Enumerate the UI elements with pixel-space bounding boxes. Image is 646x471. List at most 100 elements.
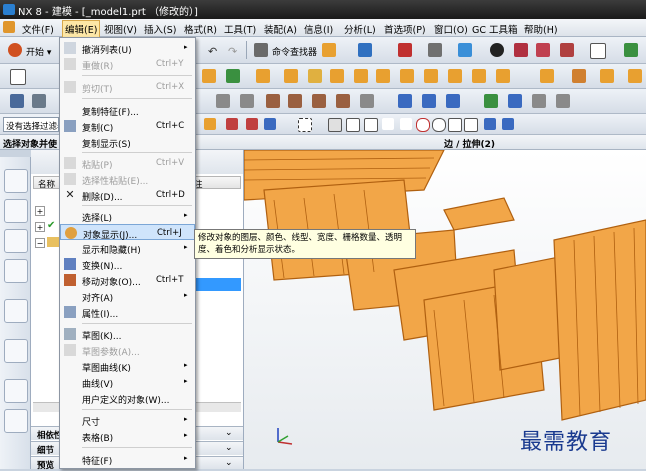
- menu-item-paste-special[interactable]: 选择性粘贴(E)...: [60, 171, 195, 187]
- command-finder-button[interactable]: 命令查找器: [272, 45, 317, 58]
- menu-item-sketch[interactable]: 草图(K)...: [60, 326, 195, 342]
- web-browser-icon[interactable]: [4, 299, 28, 323]
- menu-item-align[interactable]: 对齐(A) ▸: [60, 288, 195, 304]
- menu-item-redo[interactable]: 重做(R) Ctrl+Y: [60, 56, 195, 72]
- start-button[interactable]: 开始 ▾: [26, 45, 51, 58]
- chevron-down-icon[interactable]: ⌄: [225, 458, 233, 468]
- toolbar-icon[interactable]: [298, 118, 312, 132]
- selected-row[interactable]: [191, 278, 241, 291]
- toolbar-icon[interactable]: [330, 69, 344, 83]
- menu-info[interactable]: 信息(I): [304, 22, 333, 36]
- toolbar-icon[interactable]: [264, 118, 276, 130]
- toolbar-icon[interactable]: [540, 69, 554, 83]
- toolbar-icon[interactable]: [10, 94, 24, 108]
- reuse-library-icon[interactable]: [4, 259, 28, 283]
- toolbar-icon[interactable]: [472, 69, 486, 83]
- snap-control-icon[interactable]: [382, 118, 394, 130]
- toolbar-icon[interactable]: [312, 94, 326, 108]
- shading-icon[interactable]: [490, 43, 504, 57]
- menu-item-show-hide[interactable]: 显示和隐藏(H) ▸: [60, 240, 195, 256]
- toolbar-icon[interactable]: [514, 43, 528, 57]
- menu-item-undo-list[interactable]: 撤消列表(U) ▸: [60, 40, 195, 56]
- toolbar-icon[interactable]: [560, 43, 574, 57]
- toolbar-icon[interactable]: [398, 94, 412, 108]
- toolbar-icon[interactable]: [428, 43, 442, 57]
- toolbar-icon[interactable]: [202, 69, 216, 83]
- undo-icon[interactable]: ↶: [208, 45, 217, 58]
- toolbar-icon[interactable]: [240, 94, 254, 108]
- toolbar-icon[interactable]: [532, 94, 546, 108]
- snap-endpoint-icon[interactable]: [346, 118, 360, 132]
- toolbar-icon[interactable]: [284, 69, 298, 83]
- menu-item-curve[interactable]: 曲线(V) ▸: [60, 374, 195, 390]
- snap-curve-icon[interactable]: [464, 118, 478, 132]
- constraint-navigator-icon[interactable]: [4, 199, 28, 223]
- toolbar-icon[interactable]: [446, 94, 460, 108]
- menu-item-table[interactable]: 表格(B) ▸: [60, 428, 195, 444]
- menu-item-cut[interactable]: 剪切(T) Ctrl+X: [60, 79, 195, 95]
- toolbar-icon[interactable]: [484, 118, 496, 130]
- menu-item-dimension[interactable]: 尺寸 ▸: [60, 412, 195, 428]
- snap-center-icon[interactable]: [416, 118, 430, 132]
- toolbar-icon[interactable]: [424, 69, 438, 83]
- system-materials-icon[interactable]: [4, 409, 28, 433]
- toolbar-icon[interactable]: [226, 118, 238, 130]
- toolbar-icon[interactable]: [590, 43, 606, 59]
- toolbar-icon[interactable]: [628, 69, 642, 83]
- menu-item-copy[interactable]: 复制(C) Ctrl+C: [60, 118, 195, 134]
- menu-item-delete[interactable]: ✕ 删除(D)... Ctrl+D: [60, 187, 195, 203]
- toolbar-icon[interactable]: [358, 43, 372, 57]
- history-icon[interactable]: [4, 339, 28, 363]
- menu-item-move-object[interactable]: 移动对象(O)... Ctrl+T: [60, 272, 195, 288]
- toolbar-icon[interactable]: [556, 94, 570, 108]
- menu-item-sketch-parameters[interactable]: 草图参数(A)...: [60, 342, 195, 358]
- redo-icon[interactable]: ↷: [228, 45, 237, 58]
- toolbar-icon[interactable]: [400, 69, 414, 83]
- toolbar-icon[interactable]: [572, 69, 586, 83]
- toolbar-icon[interactable]: [360, 94, 374, 108]
- snap-quadrant-icon[interactable]: [432, 118, 446, 132]
- menu-item-sketch-curve[interactable]: 草图曲线(K) ▸: [60, 358, 195, 374]
- toolbar-icon[interactable]: [354, 69, 368, 83]
- assembly-navigator-icon[interactable]: [4, 169, 28, 193]
- toolbar-icon[interactable]: [216, 94, 230, 108]
- toolbar-icon[interactable]: [458, 43, 472, 57]
- snap-point-icon[interactable]: [328, 118, 342, 132]
- menu-item-copy-feature[interactable]: 复制特征(F)...: [60, 102, 195, 118]
- graphics-window[interactable]: [244, 150, 646, 469]
- toolbar-icon[interactable]: [266, 94, 280, 108]
- chevron-down-icon[interactable]: ⌄: [225, 428, 233, 438]
- menu-gc-toolbox[interactable]: GC 工具箱: [472, 22, 518, 36]
- toolbar-icon[interactable]: [322, 43, 336, 57]
- toolbar-icon[interactable]: [204, 118, 216, 130]
- chevron-down-icon[interactable]: ⌄: [225, 443, 233, 453]
- part-navigator-icon[interactable]: [4, 229, 28, 253]
- menu-item-transform[interactable]: 变换(N)...: [60, 256, 195, 272]
- menu-insert[interactable]: 插入(S): [144, 22, 176, 36]
- check-icon[interactable]: [484, 94, 498, 108]
- toolbar-icon[interactable]: [600, 69, 614, 83]
- snap-intersection-icon[interactable]: [400, 118, 412, 130]
- toolbar-icon[interactable]: [536, 43, 550, 57]
- snap-existing-icon[interactable]: [448, 118, 462, 132]
- menu-help[interactable]: 帮助(H): [524, 22, 558, 36]
- toolbar-icon[interactable]: [448, 69, 462, 83]
- menu-item-copy-display[interactable]: 复制显示(S): [60, 134, 195, 150]
- toolbar-icon[interactable]: [422, 94, 436, 108]
- toolbar-icon[interactable]: [288, 94, 302, 108]
- menu-file[interactable]: 文件(F): [22, 22, 54, 36]
- expand-icon[interactable]: +: [35, 222, 45, 232]
- toolbar-icon[interactable]: [226, 69, 240, 83]
- menu-item-properties[interactable]: 属性(I)...: [60, 304, 195, 320]
- menu-window[interactable]: 窗口(O): [434, 22, 468, 36]
- snap-midpoint-icon[interactable]: [364, 118, 378, 132]
- menu-item-paste[interactable]: 粘贴(P) Ctrl+V: [60, 155, 195, 171]
- menu-assembly[interactable]: 装配(A): [264, 22, 297, 36]
- menu-format[interactable]: 格式(R): [184, 22, 217, 36]
- menu-analysis[interactable]: 分析(L): [344, 22, 376, 36]
- menu-view[interactable]: 视图(V): [104, 22, 137, 36]
- toolbar-icon[interactable]: [32, 94, 46, 108]
- toolbar-icon[interactable]: [308, 69, 322, 83]
- menu-item-feature[interactable]: 特征(F) ▸: [60, 451, 195, 467]
- toolbar-icon[interactable]: [496, 69, 510, 83]
